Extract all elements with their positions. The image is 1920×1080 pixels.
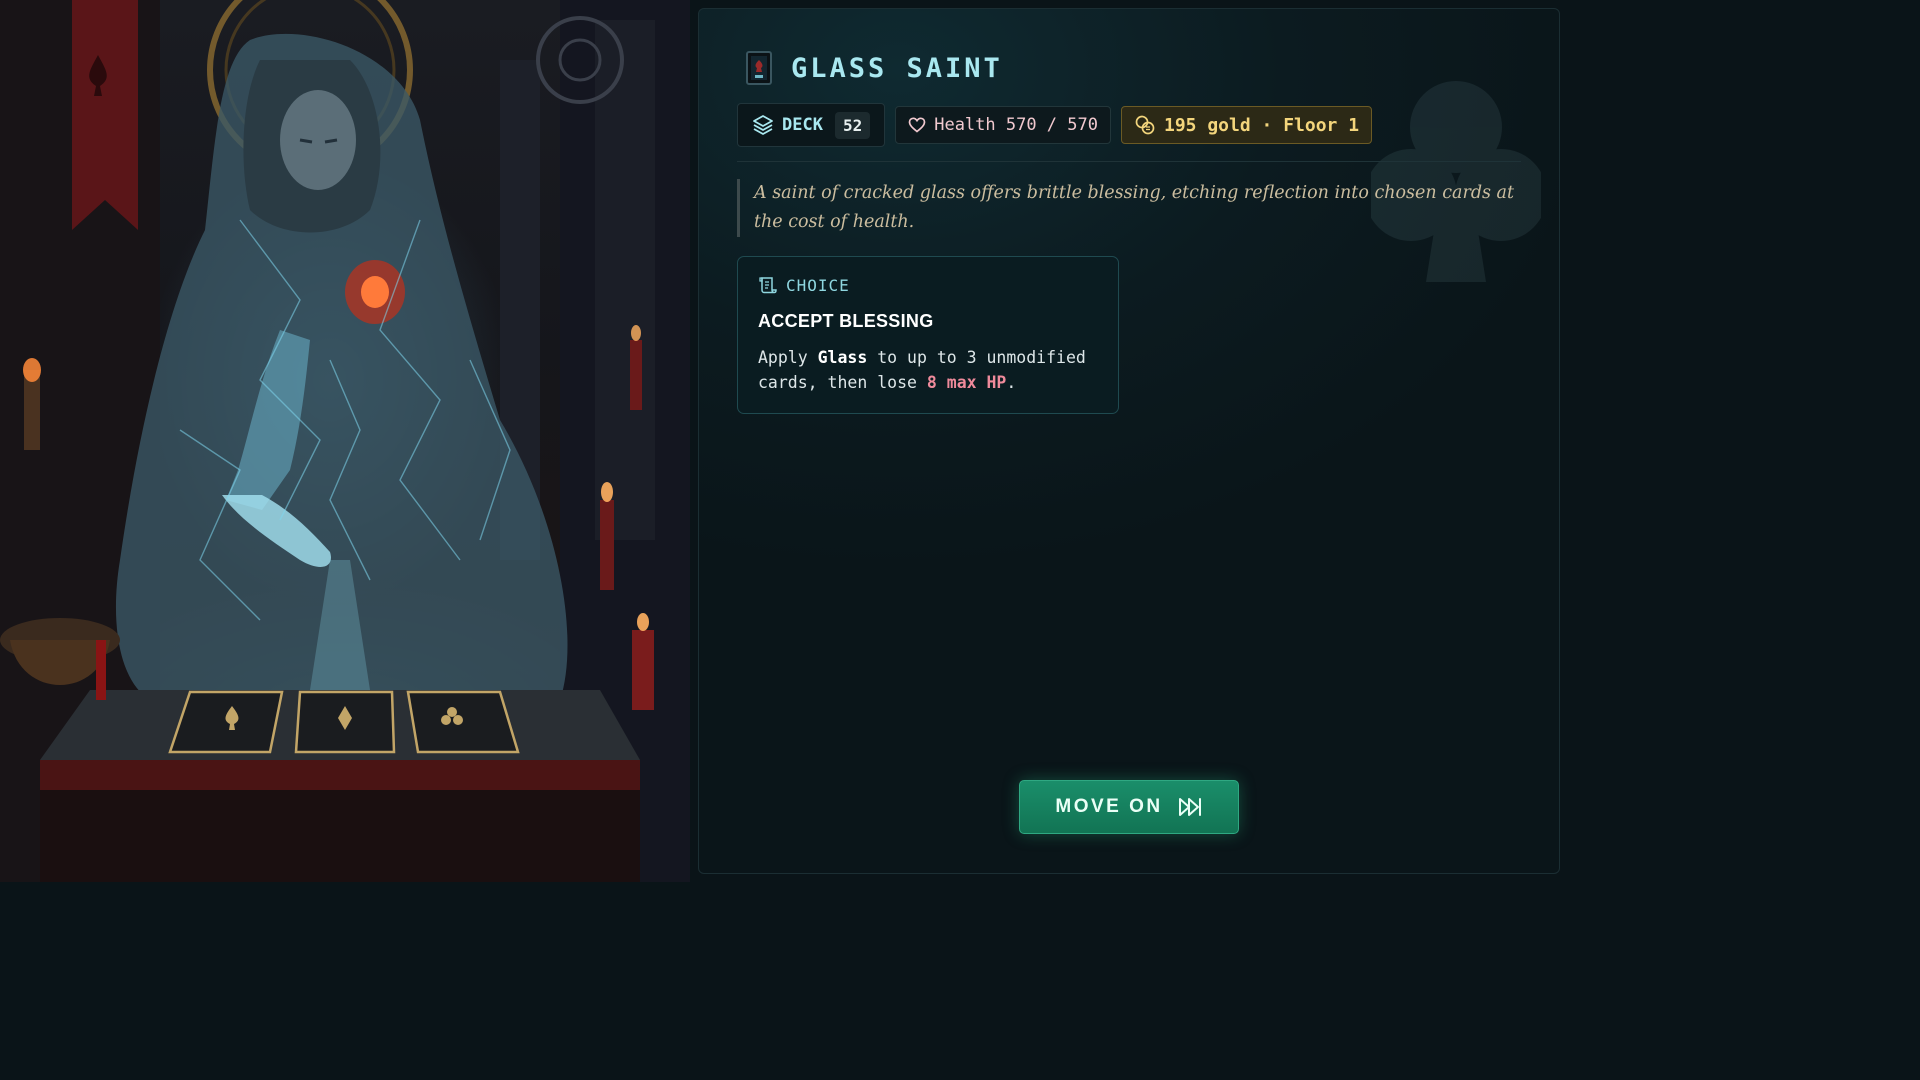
choice-desc-suffix: . xyxy=(1006,373,1017,392)
fast-forward-icon xyxy=(1178,798,1201,816)
deck-count: 52 xyxy=(834,111,871,139)
event-artwork xyxy=(0,0,690,882)
gold-floor-indicator: 195 gold · Floor 1 xyxy=(1120,106,1373,144)
event-panel: GLASS SAINT DECK 52 Health 570 / 570 195… xyxy=(698,8,1560,874)
choice-kicker-label: CHOICE xyxy=(786,275,850,295)
gold-floor-value: 195 gold · Floor 1 xyxy=(1163,114,1360,136)
choice-kicker: CHOICE xyxy=(758,275,1098,295)
player-stats: DECK 52 Health 570 / 570 195 gold · Floo… xyxy=(737,103,1373,147)
glass-saint-illustration xyxy=(0,0,690,882)
event-title: GLASS SAINT xyxy=(791,52,1003,84)
scroll-icon xyxy=(759,277,777,294)
event-flavor-text: A saint of cracked glass offers brittle … xyxy=(737,179,1527,237)
choice-desc-prefix: Apply xyxy=(758,348,818,367)
health-indicator: Health 570 / 570 xyxy=(895,106,1111,144)
choice-desc-cost: 8 max HP xyxy=(926,373,1007,392)
choice-accept-blessing[interactable]: CHOICE ACCEPT BLESSING Apply Glass to up… xyxy=(737,256,1119,414)
choice-title: ACCEPT BLESSING xyxy=(758,311,934,331)
card-event-icon xyxy=(746,51,772,85)
choice-desc-keyword: Glass xyxy=(817,348,868,367)
choice-description: Apply Glass to up to 3 unmodified cards,… xyxy=(758,345,1098,395)
event-header: GLASS SAINT xyxy=(745,51,1003,85)
stacked-layers-icon xyxy=(753,115,773,135)
move-on-label: MOVE ON xyxy=(1055,796,1163,817)
deck-button[interactable]: DECK 52 xyxy=(737,103,886,147)
move-on-button[interactable]: MOVE ON xyxy=(1019,780,1239,834)
coins-icon xyxy=(1135,115,1155,135)
header-divider xyxy=(737,161,1521,162)
deck-label: DECK xyxy=(782,115,823,135)
health-value: Health 570 / 570 xyxy=(934,115,1098,135)
heart-icon xyxy=(908,117,926,133)
